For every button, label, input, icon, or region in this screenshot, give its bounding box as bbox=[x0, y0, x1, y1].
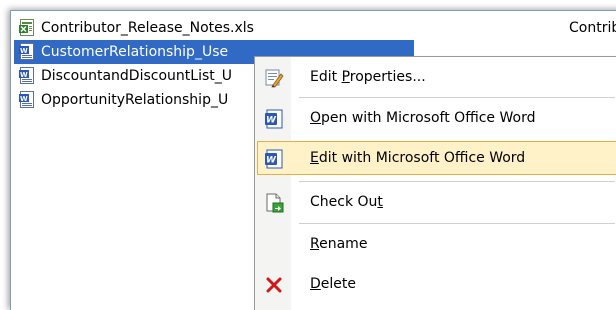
file-row[interactable]: Contributor_Release_Notes.xls Contribu bbox=[14, 16, 616, 40]
svg-text:W: W bbox=[266, 116, 277, 126]
menu-item-label: Check Out bbox=[310, 194, 383, 210]
context-menu: Edit Properties... W Open with Microsoft… bbox=[254, 56, 616, 310]
word-app-icon: W bbox=[265, 109, 283, 129]
svg-text:W: W bbox=[20, 95, 28, 103]
file-name[interactable]: OpportunityRelationship_U bbox=[41, 88, 228, 112]
svg-text:W: W bbox=[266, 156, 277, 166]
word-app-icon: W bbox=[265, 149, 283, 169]
delete-icon bbox=[266, 277, 282, 293]
svg-text:W: W bbox=[20, 71, 28, 79]
svg-text:W: W bbox=[20, 47, 28, 55]
edit-properties-icon bbox=[265, 69, 284, 88]
menu-item-label: Edit with Microsoft Office Word bbox=[310, 150, 526, 166]
menu-item-label: Open with Microsoft Office Word bbox=[310, 110, 536, 126]
menu-separator bbox=[299, 97, 615, 98]
menu-item-label: Rename bbox=[310, 236, 368, 252]
file-name[interactable]: DiscountandDiscountList_U bbox=[41, 64, 232, 88]
file-name[interactable]: CustomerRelationship_Use bbox=[41, 40, 228, 64]
file-name[interactable]: Contributor_Release_Notes.xls bbox=[41, 16, 254, 40]
word-file-icon: W bbox=[19, 91, 34, 108]
menu-item-rename[interactable]: Rename bbox=[257, 227, 616, 261]
word-file-icon: W bbox=[19, 43, 34, 60]
menu-item-label: Edit Properties... bbox=[310, 69, 426, 85]
excel-file-icon bbox=[19, 19, 34, 36]
menu-item-delete[interactable]: Delete bbox=[257, 267, 616, 301]
check-out-icon bbox=[266, 193, 284, 213]
menu-item-label: Delete bbox=[310, 276, 356, 292]
file-owner: Contribu bbox=[569, 20, 616, 36]
menu-item-edit-properties[interactable]: Edit Properties... bbox=[257, 60, 616, 94]
menu-item-check-out[interactable]: Check Out bbox=[257, 185, 616, 219]
menu-separator bbox=[299, 181, 615, 182]
menu-item-open-with-word[interactable]: W Open with Microsoft Office Word bbox=[257, 101, 616, 135]
menu-item-edit-with-word[interactable]: W Edit with Microsoft Office Word bbox=[257, 141, 616, 175]
word-file-icon: W bbox=[19, 67, 34, 84]
screenshot-stage: Contributor_Release_Notes.xls Contribu W… bbox=[0, 0, 616, 310]
menu-separator bbox=[299, 223, 615, 224]
